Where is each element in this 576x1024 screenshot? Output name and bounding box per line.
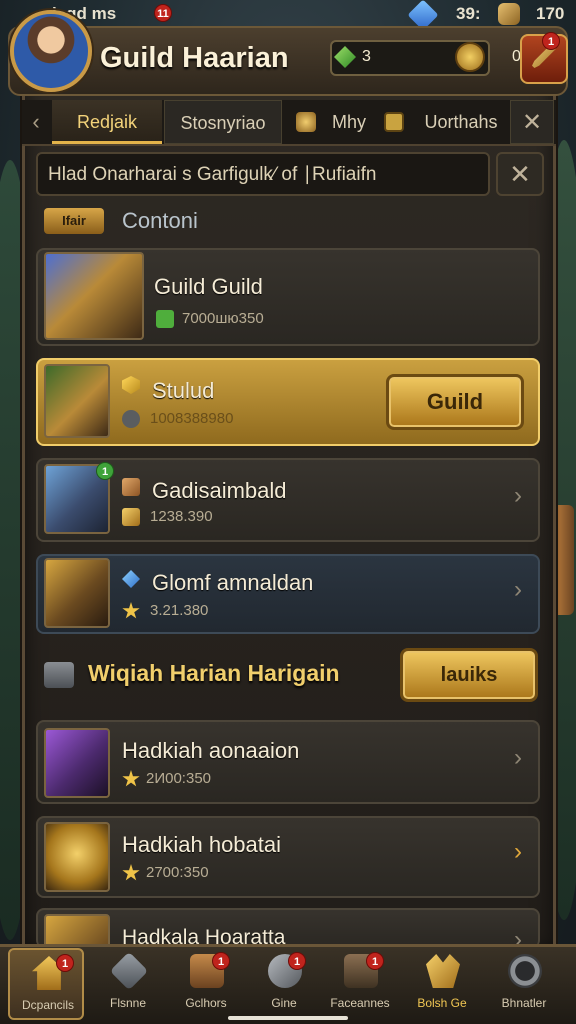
nav-label: Gine xyxy=(271,996,297,1010)
list-item-title: Hadkiah aonaaion xyxy=(122,738,300,763)
tab-close-icon[interactable]: ✕ xyxy=(510,100,554,144)
list-item[interactable] xyxy=(36,908,540,948)
hero-level-badge: 1 xyxy=(96,462,114,480)
list-item-title: Guild Guild xyxy=(154,274,263,299)
tab-prev-chevron-icon[interactable]: ‹ xyxy=(24,100,48,144)
gem-count: 39: xyxy=(456,4,481,23)
chevron-right-icon[interactable]: › xyxy=(514,576,522,604)
page-title: Guild Haarian xyxy=(100,42,289,74)
bag-icon xyxy=(498,3,520,25)
list-item-title: Gadisaimbald xyxy=(152,478,287,503)
nav-badge: 1 xyxy=(212,952,230,970)
section-title: Contoni xyxy=(122,208,198,233)
mhy-tab-icon xyxy=(296,112,316,132)
guild-button[interactable]: Guild xyxy=(386,374,524,430)
tab-redjaik[interactable]: Redjaik xyxy=(52,100,162,144)
tab-mhy[interactable]: Mhy xyxy=(324,100,374,144)
section2-title: Wiqiah Harian Harigain xyxy=(88,660,340,686)
section2-button[interactable]: lauiks xyxy=(400,648,538,702)
leaf-small-icon xyxy=(156,310,174,328)
gold-bar-icon xyxy=(122,508,140,526)
search-input-value: Hlad Onarharai s Garfigulk⁄ of ∣Rufiaifn xyxy=(48,164,377,185)
section-tag: Ifair xyxy=(44,208,104,234)
tab-stosnyriao[interactable]: Stosnyriao xyxy=(164,100,282,144)
nav-label: Bolsh Ge xyxy=(417,996,467,1010)
list-item-subtitle: 3.21.380 xyxy=(150,602,209,619)
hero-portrait xyxy=(44,728,110,798)
list-item-title: Glomf amnaldan xyxy=(152,570,314,595)
hero-portrait xyxy=(44,364,110,438)
nav-item-bhnatler[interactable]: Bhnatler xyxy=(486,948,562,1020)
nav-label: Faceannes xyxy=(330,996,390,1010)
tab-uorthahs[interactable]: Uorthahs xyxy=(414,100,508,144)
gear-icon xyxy=(122,410,140,428)
list-item-subtitle: 2700:350 xyxy=(146,864,209,881)
search-clear-icon[interactable]: ✕ xyxy=(496,152,544,196)
treasure-portrait xyxy=(44,822,110,892)
status-notification-badge: 11 xyxy=(154,4,172,22)
list-item-subtitle: 7000шю350 xyxy=(182,310,264,327)
hero-portrait xyxy=(44,914,110,948)
nav-badge: 1 xyxy=(56,954,74,972)
chevron-right-icon[interactable]: › xyxy=(514,838,522,866)
nav-item-dcpancils[interactable]: 1 Dcpancils xyxy=(8,948,84,1020)
crown-icon xyxy=(426,954,460,988)
chest-icon xyxy=(44,662,74,688)
map-icon xyxy=(109,951,149,991)
nav-item-faceannes[interactable]: 1 Faceannes xyxy=(322,948,398,1020)
coin-icon[interactable] xyxy=(455,42,485,72)
list-item-title: Stulud xyxy=(152,378,215,403)
nav-item-gclhors[interactable]: 1 Gclhors xyxy=(168,948,244,1020)
list-item-subtitle: 1238.390 xyxy=(150,508,213,525)
nav-item-flsnne[interactable]: Flsnne xyxy=(90,948,166,1020)
resource-value: 3 xyxy=(362,48,371,65)
nav-badge: 1 xyxy=(288,952,306,970)
home-indicator xyxy=(228,1016,348,1020)
bag-count: 170 xyxy=(536,4,565,23)
uorthahs-tab-icon xyxy=(384,112,404,132)
chevron-right-icon[interactable]: › xyxy=(514,744,522,772)
chevron-right-icon[interactable]: › xyxy=(514,482,522,510)
nav-label: Flsnne xyxy=(109,996,147,1010)
nav-label: Bhnatler xyxy=(501,996,547,1010)
nav-badge: 1 xyxy=(366,952,384,970)
list-item-subtitle: 2И00:350 xyxy=(146,770,212,787)
list-item-subtitle: 1008388980 xyxy=(150,410,234,427)
player-avatar[interactable] xyxy=(10,10,92,92)
battle-badge: 1 xyxy=(542,32,560,50)
hero-portrait xyxy=(44,252,144,340)
settings-icon xyxy=(508,954,542,988)
wood-icon xyxy=(122,478,140,496)
nav-label: Dcpancils xyxy=(21,998,75,1012)
list-item[interactable] xyxy=(36,816,540,898)
hero-portrait xyxy=(44,558,110,628)
list-item-title: Hadkiah hobatai xyxy=(122,832,282,857)
nav-label: Gclhors xyxy=(185,996,227,1010)
nav-item-gine[interactable]: 1 Gine xyxy=(246,948,322,1020)
nav-item-bolsh-ge[interactable]: Bolsh Ge xyxy=(404,948,480,1020)
